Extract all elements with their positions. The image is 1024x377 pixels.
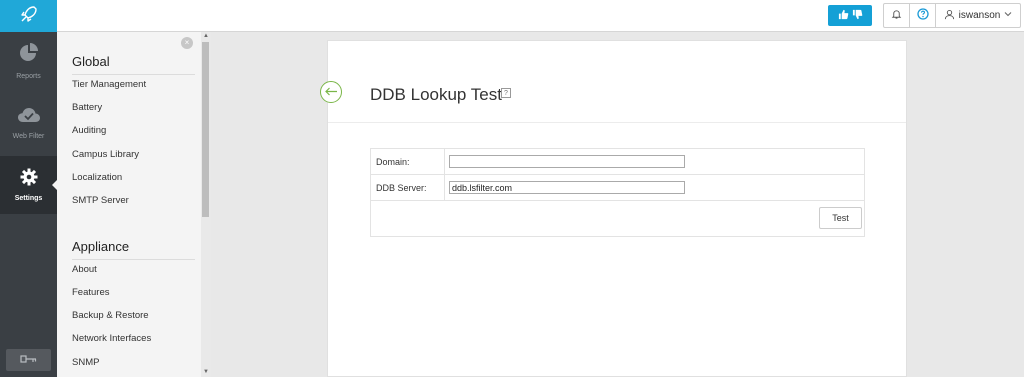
nav-item-reports[interactable]: Reports: [0, 32, 57, 90]
main-nav: Reports Web Filter Settings: [0, 32, 57, 377]
feedback-button[interactable]: [828, 5, 872, 26]
sidebar-item-campus-library[interactable]: Campus Library: [72, 149, 139, 160]
back-button[interactable]: [320, 81, 342, 103]
gear-icon: [20, 168, 38, 191]
domain-label: Domain:: [371, 149, 445, 174]
sidebar-close-button[interactable]: ×: [181, 37, 193, 49]
chevron-down-icon: [1004, 10, 1012, 21]
notifications-button[interactable]: [884, 4, 910, 27]
sidebar-item-auditing[interactable]: Auditing: [72, 125, 106, 136]
sidebar-item-battery[interactable]: Battery: [72, 102, 102, 113]
form-row-ddb-server: DDB Server:: [371, 175, 864, 201]
sidebar-item-snmp[interactable]: SNMP: [72, 357, 99, 368]
topbar-actions: iswanson: [883, 3, 1021, 28]
scroll-thumb[interactable]: [202, 42, 209, 217]
sidebar-item-about[interactable]: About: [72, 264, 97, 275]
scroll-up-icon[interactable]: ▲: [201, 32, 211, 40]
settings-sidebar: × Global Tier Management Battery Auditin…: [57, 32, 211, 377]
nav-item-web-filter[interactable]: Web Filter: [0, 94, 57, 152]
sidebar-item-tier-management[interactable]: Tier Management: [72, 79, 146, 90]
form-row-domain: Domain:: [371, 149, 864, 175]
sidebar-item-features[interactable]: Features: [72, 287, 110, 298]
nav-item-settings[interactable]: Settings: [0, 156, 57, 214]
section-title-global: Global: [72, 54, 195, 75]
nav-label-web-filter: Web Filter: [12, 133, 45, 140]
divider: [328, 122, 906, 123]
rocket-icon: [19, 4, 39, 29]
scroll-down-icon[interactable]: ▼: [201, 368, 211, 376]
nav-label-reports: Reports: [16, 73, 41, 80]
lock-button[interactable]: [6, 349, 51, 371]
sidebar-item-localization[interactable]: Localization: [72, 172, 122, 183]
test-button[interactable]: Test: [819, 207, 862, 229]
domain-input[interactable]: [449, 155, 685, 168]
ddb-server-label: DDB Server:: [371, 175, 445, 200]
lookup-form: Domain: DDB Server: Test: [370, 148, 865, 237]
main-panel: DDB Lookup Test ? Domain: DDB Server: Te…: [327, 40, 907, 377]
pie-chart-icon: [18, 42, 40, 69]
thumbs-down-icon: [852, 7, 863, 25]
help-button[interactable]: [910, 4, 936, 27]
page-title: DDB Lookup Test: [370, 85, 502, 104]
arrow-left-icon: [324, 83, 338, 101]
sidebar-scrollbar[interactable]: ▲ ▼: [201, 32, 211, 377]
app-logo[interactable]: [0, 0, 57, 32]
help-icon: [916, 7, 929, 25]
top-bar: iswanson: [0, 0, 1024, 32]
section-title-appliance: Appliance: [72, 239, 195, 260]
ddb-server-input[interactable]: [449, 181, 685, 194]
user-icon: [944, 9, 955, 23]
key-icon: [19, 351, 38, 369]
nav-label-settings: Settings: [14, 195, 43, 202]
user-menu[interactable]: iswanson: [936, 4, 1020, 27]
sidebar-item-network-interfaces[interactable]: Network Interfaces: [72, 333, 151, 344]
sidebar-item-smtp-server[interactable]: SMTP Server: [72, 195, 129, 206]
cloud-check-icon: [17, 106, 41, 129]
username: iswanson: [958, 10, 1001, 21]
title-help-icon[interactable]: ?: [501, 88, 511, 98]
thumbs-up-icon: [838, 7, 849, 25]
bell-icon: [891, 7, 902, 25]
sidebar-item-backup-restore[interactable]: Backup & Restore: [72, 310, 149, 321]
